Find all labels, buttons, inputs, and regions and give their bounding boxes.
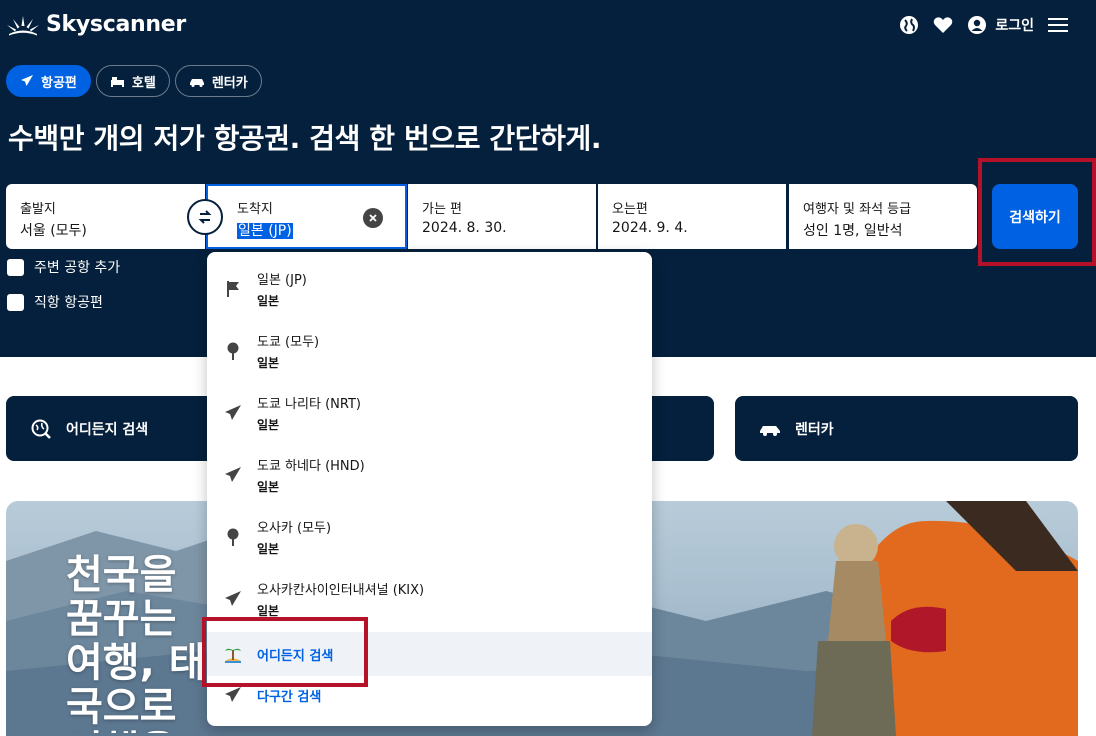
return-date-field[interactable]: 오는편 2024. 9. 4. — [598, 184, 786, 249]
return-value: 2024. 9. 4. — [612, 220, 688, 236]
destination-suggestions-dropdown: 일본 (JP) 일본 도쿄 (모두) 일본 도쿄 나리타 (NRT) 일본 도쿄 하네… — [207, 252, 652, 726]
travellers-field[interactable]: 여행자 및 좌석 등급 성인 1명, 일반석 — [789, 184, 977, 249]
car-icon — [189, 78, 204, 87]
suggestion-country: 일본 — [257, 480, 280, 494]
suggestion-item[interactable]: 오사카칸사이인터내셔널 (KIX) 일본 — [207, 568, 652, 630]
top-navigation: 로그인 — [899, 15, 1068, 35]
plane-icon — [223, 589, 243, 609]
suggestion-country: 일본 — [257, 356, 280, 370]
suggestion-country: 일본 — [257, 542, 280, 556]
user-icon — [968, 16, 987, 34]
tab-flights-label: 항공편 — [41, 75, 77, 91]
sunrise-logo-icon — [7, 15, 39, 35]
category-tabs: 항공편 호텔 렌터카 — [6, 65, 262, 97]
suggestion-item[interactable]: 일본 (JP) 일본 — [207, 258, 652, 320]
flight-search-form: 출발지 서울 (모두) 도착지 일본 (JP) 가는 편 2024. 8. 30… — [6, 184, 977, 249]
destination-input[interactable]: 일본 (JP) — [237, 223, 293, 239]
multi-city-label: 다구간 검색 — [257, 689, 322, 705]
nearby-airports-label: 주변 공항 추가 — [34, 260, 121, 276]
search-button[interactable]: 검색하기 — [992, 184, 1078, 249]
destination-field[interactable]: 도착지 일본 (JP) — [206, 184, 407, 249]
suggestion-name: 도쿄 (모두) — [257, 335, 320, 350]
suggestion-item[interactable]: 도쿄 나리타 (NRT) 일본 — [207, 382, 652, 444]
multi-city-option[interactable]: 다구간 검색 — [207, 666, 652, 724]
travellers-value: 성인 1명, 일반석 — [803, 223, 903, 239]
banner-headline: 천국을 꿈꾸는 여행, 태국으로 여행을 떠날 준비 하세요 — [66, 553, 206, 733]
plane-icon — [223, 685, 243, 705]
suggestion-name: 도쿄 나리타 (NRT) — [257, 397, 361, 412]
tab-flights[interactable]: 항공편 — [6, 65, 91, 97]
car-icon — [760, 425, 780, 436]
bed-icon — [110, 77, 124, 87]
skyscanner-logo[interactable]: Skyscanner — [6, 12, 186, 37]
suggestion-country: 일본 — [257, 418, 280, 432]
heart-icon[interactable] — [933, 16, 953, 34]
brand-name: Skyscanner — [46, 12, 186, 37]
menu-icon[interactable] — [1048, 17, 1068, 33]
suggestion-country: 일본 — [257, 294, 280, 308]
swap-arrows-icon — [198, 210, 212, 224]
flag-icon — [223, 279, 243, 299]
pin-icon — [223, 527, 243, 547]
plane-icon — [223, 403, 243, 423]
suggestion-name: 오사카 (모두) — [257, 521, 332, 536]
explore-everywhere-label: 어디든지 검색 — [66, 421, 149, 438]
suggestion-name: 오사카칸사이인터내셔널 (KIX) — [257, 583, 425, 598]
tab-hotels-label: 호텔 — [131, 75, 156, 91]
depart-date-field[interactable]: 가는 편 2024. 8. 30. — [408, 184, 596, 249]
search-everywhere-label: 어디든지 검색 — [257, 648, 334, 664]
suggestion-name: 도쿄 하네다 (HND) — [257, 459, 365, 474]
suggestion-item[interactable]: 도쿄 (모두) 일본 — [207, 320, 652, 382]
tab-hotels[interactable]: 호텔 — [95, 65, 170, 97]
origin-label: 출발지 — [20, 202, 56, 217]
car-hire-tile[interactable]: 렌터카 — [735, 396, 1078, 461]
suggestion-item[interactable]: 오사카 (모두) 일본 — [207, 506, 652, 568]
direct-flights-label: 직항 항공편 — [34, 295, 103, 311]
return-label: 오는편 — [612, 202, 648, 217]
checkbox-box[interactable] — [7, 258, 24, 276]
direct-flights-checkbox[interactable]: 직항 항공편 — [7, 292, 103, 312]
depart-value: 2024. 8. 30. — [422, 220, 507, 236]
suggestion-name: 일본 (JP) — [257, 273, 307, 288]
car-hire-tile-label: 렌터카 — [795, 421, 834, 438]
nearby-airports-checkbox[interactable]: 주변 공항 추가 — [7, 257, 120, 277]
travellers-label: 여행자 및 좌석 등급 — [803, 202, 912, 217]
origin-field[interactable]: 출발지 서울 (모두) — [6, 184, 205, 249]
tab-car-hire[interactable]: 렌터카 — [174, 65, 262, 97]
globe-icon[interactable] — [899, 15, 919, 35]
suggestion-item[interactable]: 도쿄 하네다 (HND) 일본 — [207, 444, 652, 506]
island-icon — [223, 644, 243, 664]
page-headline: 수백만 개의 저가 항공권. 검색 한 번으로 간단하게. — [8, 122, 602, 155]
globe-search-icon — [31, 419, 51, 439]
checkbox-box[interactable] — [7, 293, 24, 311]
pin-icon — [223, 341, 243, 361]
plane-icon — [21, 75, 33, 86]
depart-label: 가는 편 — [422, 202, 463, 217]
suggestion-country: 일본 — [257, 604, 280, 618]
login-button[interactable]: 로그인 — [967, 15, 1034, 35]
clear-icon[interactable] — [363, 208, 383, 228]
tab-car-hire-label: 렌터카 — [211, 75, 248, 91]
origin-value: 서울 (모두) — [20, 223, 87, 239]
login-label: 로그인 — [995, 18, 1034, 34]
swap-button[interactable] — [187, 199, 223, 235]
plane-icon — [223, 465, 243, 485]
